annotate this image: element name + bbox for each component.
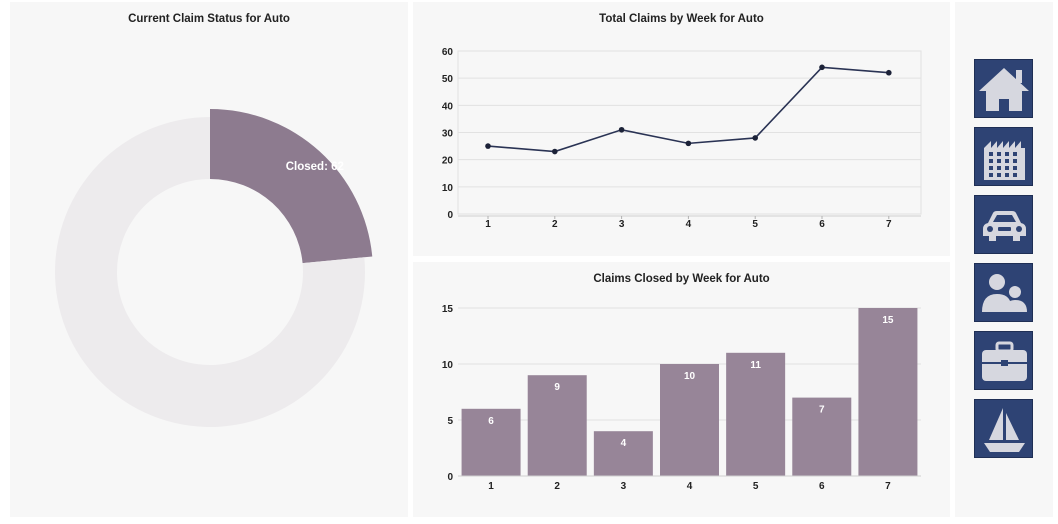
y-tick-label: 10 <box>442 360 454 371</box>
building-icon <box>984 141 1025 180</box>
x-tick-label: 2 <box>552 219 558 230</box>
y-tick-label: 0 <box>447 472 453 483</box>
nav-commercial-property-button[interactable] <box>974 127 1033 186</box>
claim-status-donut-chart: Closed: 62 <box>54 109 373 427</box>
data-point[interactable] <box>485 143 491 149</box>
y-tick-label: 0 <box>447 210 453 221</box>
y-tick-label: 50 <box>442 74 454 85</box>
x-tick-label: 3 <box>619 219 625 230</box>
x-tick-label: 6 <box>819 481 825 492</box>
y-tick-label: 5 <box>447 416 453 427</box>
data-point[interactable] <box>618 126 625 133</box>
bar-value-label: 4 <box>621 438 627 449</box>
bar-value-label: 11 <box>750 360 761 371</box>
data-point[interactable] <box>752 135 758 141</box>
bar[interactable] <box>726 352 786 476</box>
sailboat-icon <box>984 408 1025 452</box>
x-tick-label: 6 <box>819 219 825 230</box>
y-tick-label: 20 <box>442 156 454 167</box>
y-tick-label: 30 <box>442 129 454 140</box>
donut-slice-label: Closed: 62 <box>286 161 344 173</box>
donut-slice[interactable] <box>210 109 373 264</box>
nav-auto-button[interactable] <box>974 195 1033 254</box>
x-tick-label: 4 <box>686 219 692 230</box>
x-tick-label: 7 <box>885 481 891 492</box>
x-tick-label: 5 <box>752 219 758 230</box>
bar-value-label: 9 <box>554 382 560 393</box>
x-tick-label: 2 <box>554 481 560 492</box>
nav-life-button[interactable] <box>974 263 1033 322</box>
claims-closed-bar-chart: 0 5 10 15 6 1 9 2 4 3 10 4 11 5 7 6 15 7 <box>442 304 921 492</box>
briefcase-icon <box>982 341 1027 381</box>
bar-value-label: 15 <box>882 315 894 326</box>
car-icon <box>983 211 1026 241</box>
total-claims-panel: Total Claims by Week for Auto 0 10 20 30 40 5… <box>413 2 950 256</box>
x-tick-label: 1 <box>488 481 494 492</box>
bar[interactable] <box>858 308 918 476</box>
nav-home-button[interactable] <box>974 59 1033 118</box>
users-icon <box>982 274 1027 312</box>
x-tick-label: 3 <box>621 481 627 492</box>
data-point[interactable] <box>819 64 825 71</box>
claim-status-panel: Current Claim Status for Auto Closed: 62 <box>10 2 408 517</box>
nav-business-button[interactable] <box>974 331 1033 390</box>
line-of-business-nav <box>955 2 1053 517</box>
home-icon <box>979 68 1029 111</box>
bar-value-label: 7 <box>819 405 825 416</box>
data-point[interactable] <box>886 69 892 76</box>
y-tick-label: 15 <box>442 304 454 315</box>
nav-marine-button[interactable] <box>974 399 1033 458</box>
x-tick-label: 4 <box>687 481 693 492</box>
bar-value-label: 10 <box>684 371 696 382</box>
y-tick-label: 40 <box>442 101 454 112</box>
claims-closed-panel: Claims Closed by Week for Auto 0 5 10 15 6 1 9… <box>413 262 950 517</box>
x-tick-label: 5 <box>753 481 759 492</box>
y-tick-label: 60 <box>442 47 454 58</box>
data-point[interactable] <box>552 148 558 155</box>
bar-value-label: 6 <box>488 416 494 427</box>
y-tick-label: 10 <box>442 183 454 194</box>
x-tick-label: 7 <box>886 219 892 230</box>
total-claims-line-chart: 0 10 20 30 40 50 60 1 2 3 4 5 6 7 <box>442 47 922 230</box>
data-point[interactable] <box>685 140 692 147</box>
x-tick-label: 1 <box>485 219 491 230</box>
